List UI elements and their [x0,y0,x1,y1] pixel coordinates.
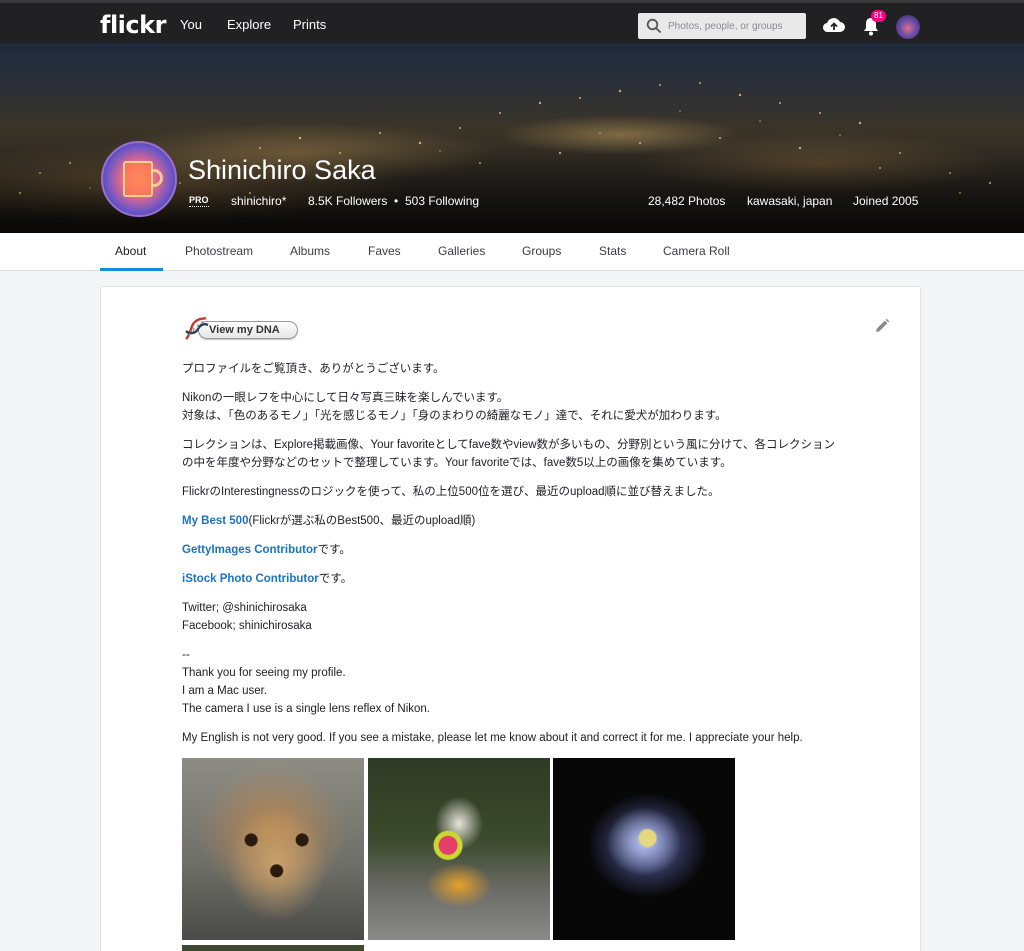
cover-photo: Shinichiro Saka PRO shinichiro* 8.5K Fol… [0,43,1024,233]
avatar-mug-handle [151,169,163,187]
followers-link[interactable]: 8.5K Followers [308,194,387,208]
view-dna-button[interactable]: View my DNA [182,315,300,343]
english-line-3: The camera I use is a single lens reflex… [182,703,431,715]
tab-stats[interactable]: Stats [599,244,626,258]
best500-suffix: (Flickrが選ぶ私のBest500、最近のupload順) [248,515,476,527]
about-paragraph-4: FlickrのInterestingnessのロジックを使って、私の上位500位… [182,486,720,498]
pro-badge[interactable]: PRO [189,195,209,207]
about-paragraph-3: コレクションは、Explore掲載画像、Your favoriteとしてfave… [182,439,835,469]
istock-line: iStock Photo Contributorです。 [182,570,842,588]
profile-location: kawasaki, japan [747,194,833,208]
dna-button-label: View my DNA [209,324,280,336]
profile-joined: Joined 2005 [853,194,919,208]
meta-separator: • [394,194,399,208]
facebook-line: Facebook; shinichirosaka [182,620,312,632]
english-block: -- Thank you for seeing my profile. I am… [182,646,842,718]
photo-count: 28,482 Photos [648,194,726,208]
gettyimages-link[interactable]: GettyImages Contributor [182,544,317,556]
profile-username: shinichiro* [231,194,287,208]
flickr-logo[interactable]: flickr [100,11,166,39]
getty-line: GettyImages Contributorです。 [182,541,842,559]
about-paragraph-1: プロファイルをご覧頂き、ありがとうございます。 [182,363,445,375]
notifications-badge: 81 [871,10,886,22]
tab-galleries[interactable]: Galleries [438,244,485,258]
profile-avatar[interactable] [101,141,177,217]
search-input[interactable] [668,13,802,39]
search-box [638,13,806,39]
getty-suffix: です。 [317,544,351,556]
dna-helix-icon [185,316,209,340]
featured-photo-4[interactable] [182,945,364,951]
featured-photo-yorkie-portrait[interactable] [182,758,364,940]
active-tab-indicator [100,268,163,271]
tab-faves[interactable]: Faves [368,244,401,258]
english-line-2: I am a Mac user. [182,685,268,697]
tab-groups[interactable]: Groups [522,244,561,258]
user-avatar[interactable] [896,15,920,39]
separator-line: -- [182,649,190,661]
avatar-mug-graphic [123,161,153,197]
top-nav-bar: flickr You Explore Prints 81 [0,0,1024,46]
following-link[interactable]: 503 Following [405,194,479,208]
search-icon [646,18,662,34]
nav-explore[interactable]: Explore [227,17,271,32]
profile-tabs: About Photostream Albums Faves Galleries… [0,233,1024,271]
best500-line: My Best 500(Flickrが選ぶ私のBest500、最近のupload… [182,512,842,530]
about-card: View my DNA プロファイルをご覧頂き、ありがとうございます。 Niko… [100,286,921,951]
social-block: Twitter; @shinichirosaka Facebook; shini… [182,599,842,635]
nav-prints[interactable]: Prints [293,17,326,32]
nav-you[interactable]: You [180,17,202,32]
tab-about[interactable]: About [115,244,146,258]
upload-cloud-icon[interactable] [822,15,846,35]
featured-photo-dog-with-ball[interactable] [368,758,550,940]
about-paragraph-2-line-1: Nikonの一眼レフを中心にして日々写真三昧を楽しんでいます。 [182,392,509,404]
tab-albums[interactable]: Albums [290,244,330,258]
about-paragraph-2-line-2: 対象は、「色のあるモノ」「光を感じるモノ」「身のまわりの綺麗なモノ」達で、それに… [182,410,727,422]
istock-suffix: です。 [318,573,353,585]
istock-link[interactable]: iStock Photo Contributor [182,573,319,585]
profile-name: Shinichiro Saka [188,155,376,185]
tab-photostream[interactable]: Photostream [185,244,253,258]
about-paragraph-2: Nikonの一眼レフを中心にして日々写真三昧を楽しんでいます。 対象は、「色のあ… [182,389,842,425]
tab-camera-roll[interactable]: Camera Roll [663,244,730,258]
english-line-1: Thank you for seeing my profile. [182,667,346,679]
edit-pencil-icon[interactable] [874,318,890,334]
twitter-line: Twitter; @shinichirosaka [182,602,307,614]
featured-photo-night-flower[interactable] [553,758,735,940]
english-note: My English is not very good. If you see … [182,732,803,744]
best500-link[interactable]: My Best 500 [182,515,248,527]
